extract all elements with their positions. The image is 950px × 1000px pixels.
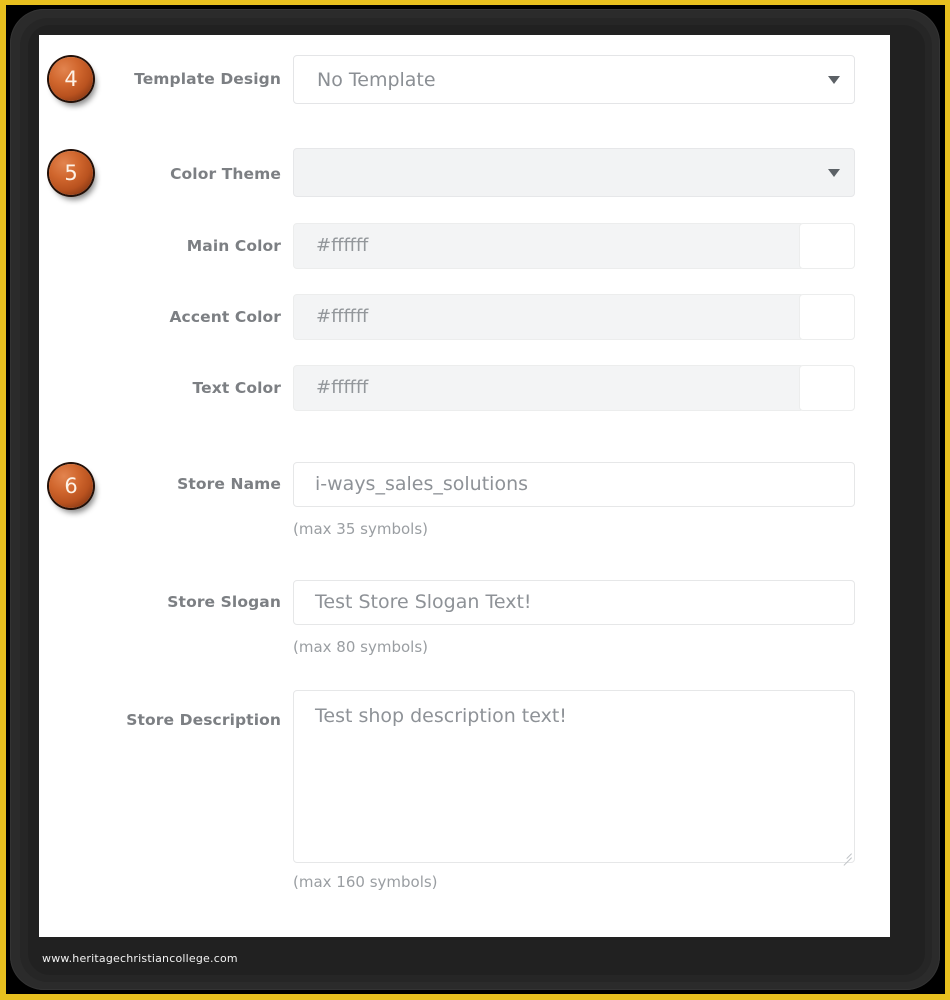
- field-label: Store Slogan: [167, 593, 281, 611]
- color-hex-input[interactable]: #ffffff: [293, 365, 804, 411]
- textarea-value: Test shop description text!: [315, 705, 567, 727]
- color-hex-input[interactable]: #ffffff: [293, 294, 804, 340]
- color-field-accent-color: #ffffff: [293, 294, 855, 340]
- color-field-main-color: #ffffff: [293, 223, 855, 269]
- chevron-down-icon[interactable]: [828, 75, 840, 84]
- color-swatch-button[interactable]: [799, 223, 855, 269]
- field-control: #ffffff: [293, 294, 855, 340]
- field-label: Store Name: [177, 475, 281, 493]
- field-label: Main Color: [186, 237, 281, 255]
- resize-handle-icon[interactable]: [839, 847, 852, 866]
- watermark-text: www.heritagechristiancollege.com: [42, 952, 238, 965]
- color-swatch-button[interactable]: [799, 365, 855, 411]
- field-control: #ffffff: [293, 365, 855, 411]
- field-hint: (max 80 symbols): [293, 638, 428, 656]
- store-design-form-panel: 4 Template Design No Template 5 Color Theme M…: [39, 35, 890, 937]
- field-label: Text Color: [192, 379, 281, 397]
- select-template-design[interactable]: No Template: [293, 55, 855, 104]
- select-value: No Template: [317, 69, 436, 91]
- color-hex-input[interactable]: #ffffff: [293, 223, 804, 269]
- field-label: Store Description: [126, 711, 281, 729]
- field-hint: (max 35 symbols): [293, 520, 428, 538]
- text-input-value: i-ways_sales_solutions: [315, 473, 529, 495]
- select-color-theme[interactable]: [293, 148, 855, 197]
- field-control: Test shop description text!: [293, 690, 855, 866]
- field-control: [293, 148, 855, 197]
- textarea-store-description[interactable]: Test shop description text!: [293, 690, 855, 866]
- field-hint: (max 160 symbols): [293, 873, 438, 891]
- field-control: No Template: [293, 55, 855, 104]
- field-control: Test Store Slogan Text!: [293, 580, 855, 625]
- color-field-text-color: #ffffff: [293, 365, 855, 411]
- chevron-down-icon[interactable]: [828, 168, 840, 177]
- field-label: Template Design: [134, 70, 281, 88]
- field-control: i-ways_sales_solutions: [293, 462, 855, 507]
- text-input-store-slogan[interactable]: Test Store Slogan Text!: [293, 580, 855, 625]
- color-hex-value: #ffffff: [316, 377, 369, 398]
- text-input-value: Test Store Slogan Text!: [315, 591, 532, 613]
- field-label: Color Theme: [170, 165, 281, 183]
- color-hex-value: #ffffff: [316, 235, 369, 256]
- field-control: #ffffff: [293, 223, 855, 269]
- color-swatch-button[interactable]: [799, 294, 855, 340]
- color-hex-value: #ffffff: [316, 306, 369, 327]
- text-input-store-name[interactable]: i-ways_sales_solutions: [293, 462, 855, 507]
- screenshot-root: 4 Template Design No Template 5 Color Theme M…: [0, 0, 950, 1000]
- field-label: Accent Color: [169, 308, 281, 326]
